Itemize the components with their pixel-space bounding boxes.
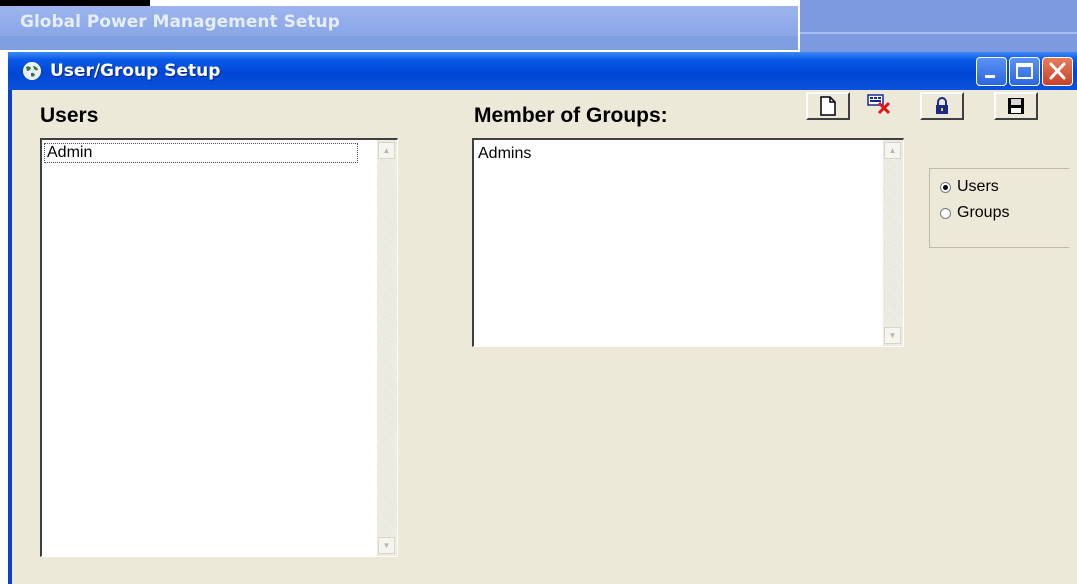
scroll-up-arrow-icon[interactable]: ▲ <box>884 142 901 159</box>
member-of-groups-label: Member of Groups: <box>474 104 668 127</box>
desktop-divider <box>800 32 1077 34</box>
save-button[interactable] <box>994 92 1038 120</box>
globe-icon <box>23 62 41 80</box>
users-scrollbar[interactable]: ▲ ▼ <box>377 140 397 556</box>
scroll-down-arrow-icon[interactable]: ▼ <box>378 537 395 554</box>
close-icon <box>1049 62 1066 80</box>
groups-listbox[interactable]: Admins ▲ ▼ <box>472 138 904 347</box>
radio-users-label: Users <box>957 178 999 195</box>
new-document-icon <box>820 96 836 116</box>
save-disk-icon <box>1008 98 1024 114</box>
maximize-icon <box>1016 63 1033 79</box>
groups-scrollbar[interactable]: ▲ ▼ <box>883 140 903 346</box>
delete-button[interactable] <box>857 90 901 118</box>
background-window-title: Global Power Management Setup <box>20 12 340 32</box>
radio-groups[interactable]: Groups <box>940 204 1009 222</box>
scroll-up-arrow-icon[interactable]: ▲ <box>378 142 395 159</box>
maximize-button[interactable] <box>1009 57 1040 86</box>
desktop-area <box>800 0 1077 56</box>
scroll-down-arrow-icon[interactable]: ▼ <box>884 327 901 344</box>
permissions-button[interactable] <box>920 92 964 120</box>
radio-users[interactable]: Users <box>940 178 999 196</box>
delete-icon <box>867 94 891 115</box>
radio-groups-label: Groups <box>957 204 1010 221</box>
users-label: Users <box>40 104 99 127</box>
list-item[interactable]: Admin <box>44 143 358 163</box>
minimize-icon <box>985 75 995 78</box>
radio-checked-icon[interactable] <box>940 181 951 193</box>
users-listbox[interactable]: Admin ▲ ▼ <box>40 138 398 557</box>
lock-icon <box>936 97 948 114</box>
list-item[interactable]: Admins <box>476 145 533 163</box>
radio-unchecked-icon[interactable] <box>940 207 951 219</box>
minimize-button[interactable] <box>976 57 1007 86</box>
window-title: User/Group Setup <box>50 61 221 81</box>
close-button[interactable] <box>1042 57 1073 86</box>
new-button[interactable] <box>806 92 850 120</box>
